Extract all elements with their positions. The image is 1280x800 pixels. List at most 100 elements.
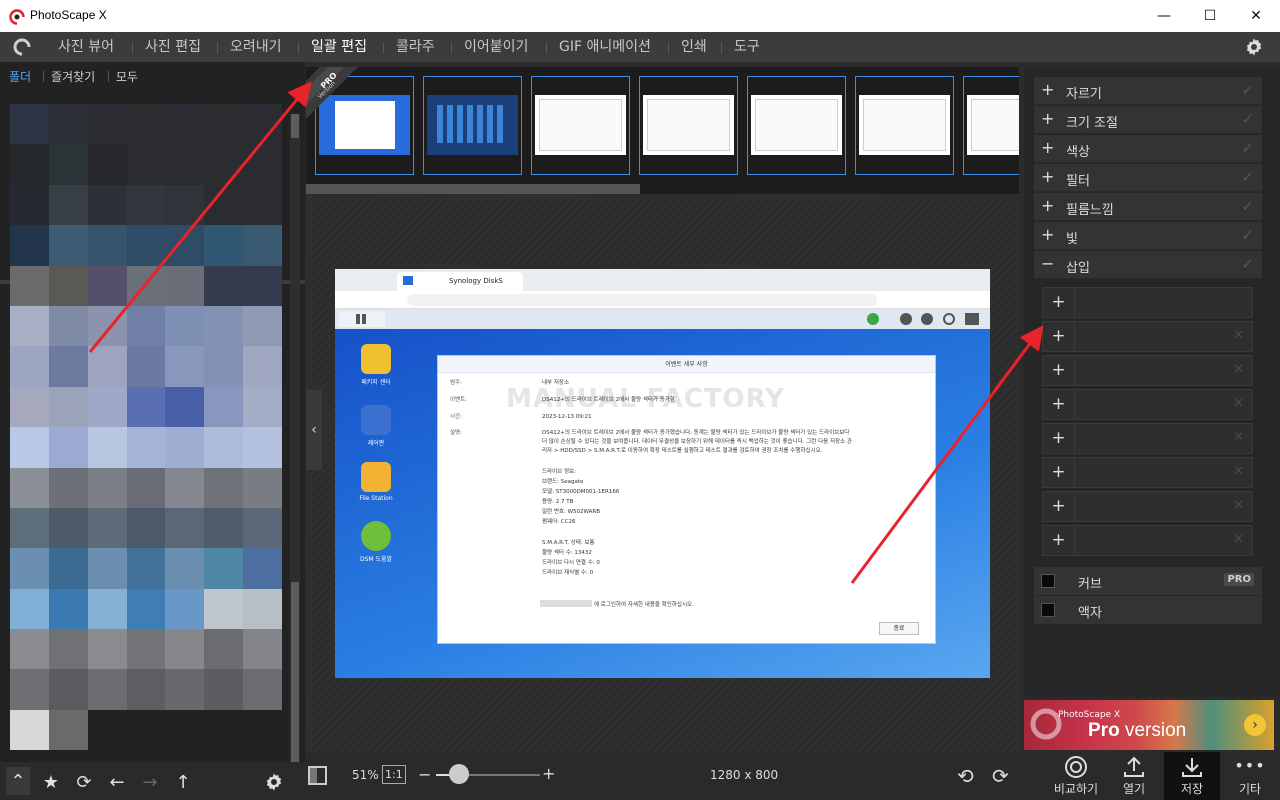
remove-icon[interactable]: ✕ <box>1233 464 1244 479</box>
insert-slot[interactable]: + ✕ <box>1042 491 1253 522</box>
save-button[interactable]: 저장 <box>1164 752 1220 800</box>
desktop-icon-label: File Station <box>359 495 393 502</box>
insert-slot[interactable]: + ✕ <box>1042 457 1253 488</box>
compare-button[interactable]: 비교하기 <box>1048 752 1104 800</box>
curves-checkbox[interactable] <box>1041 574 1055 588</box>
panel-settings-button[interactable] <box>263 771 285 793</box>
remove-icon[interactable]: ✕ <box>1233 396 1244 411</box>
checkmark-icon[interactable]: ✓ <box>1241 139 1254 157</box>
more-button[interactable]: ••• 기타 <box>1222 752 1278 800</box>
insert-slot[interactable]: + ✕ <box>1042 389 1253 420</box>
tab-photo-viewer[interactable]: 사진 뷰어 <box>58 36 114 56</box>
checkmark-icon[interactable]: ✓ <box>1241 226 1254 244</box>
tab-collage[interactable]: 콜라주 <box>396 36 435 56</box>
checkmark-icon[interactable]: ✓ <box>1241 168 1254 186</box>
effect-color[interactable]: + 색상 ✓ <box>1034 135 1262 163</box>
checkmark-icon[interactable]: ✓ <box>1241 110 1254 128</box>
add-insert-icon[interactable]: + <box>1043 492 1075 521</box>
effect-filter[interactable]: + 필터 ✓ <box>1034 164 1262 192</box>
arrow-up-icon: ↑ <box>175 771 191 793</box>
pro-version-ribbon[interactable]: PRO Version <box>306 67 358 119</box>
thumbnail-window <box>863 99 946 151</box>
remove-icon[interactable]: ✕ <box>1233 362 1244 377</box>
remove-icon[interactable]: ✕ <box>1233 498 1244 513</box>
frame-checkbox[interactable] <box>1041 603 1055 617</box>
refresh-button[interactable]: ⟳ <box>73 771 95 793</box>
effect-resize[interactable]: + 크기 조절 ✓ <box>1034 106 1262 134</box>
remove-icon[interactable]: ✕ <box>1233 532 1244 547</box>
effect-film[interactable]: + 필름느낌 ✓ <box>1034 193 1262 221</box>
actual-size-button[interactable]: 1:1 <box>382 765 406 784</box>
add-insert-icon[interactable]: + <box>1043 288 1075 317</box>
batch-thumbnail[interactable] <box>423 76 522 175</box>
effect-crop[interactable]: + 자르기 ✓ <box>1034 77 1262 105</box>
tab-print[interactable]: 인쇄 <box>681 36 707 56</box>
chevron-right-icon[interactable]: › <box>1244 714 1266 736</box>
scrollbar-thumb[interactable] <box>291 114 299 138</box>
checkmark-icon[interactable]: ✓ <box>1241 81 1254 99</box>
favorite-button[interactable]: ★ <box>40 771 62 793</box>
batch-thumbnail[interactable] <box>639 76 738 175</box>
minimize-button[interactable]: — <box>1141 0 1187 32</box>
batch-thumbnail[interactable] <box>747 76 846 175</box>
close-button[interactable]: ✕ <box>1233 0 1279 32</box>
tab-photo-editor[interactable]: 사진 편집 <box>145 36 201 56</box>
forward-button[interactable]: → <box>139 771 161 793</box>
left-panel-scrollbar[interactable] <box>290 114 300 762</box>
batch-thumbnail[interactable] <box>531 76 630 175</box>
add-insert-icon[interactable]: + <box>1043 526 1075 555</box>
checkmark-icon[interactable]: ✓ <box>1241 255 1254 273</box>
batch-thumbnail[interactable] <box>963 76 1019 175</box>
rotate-left-button[interactable]: ⟲ <box>957 764 974 788</box>
add-insert-icon[interactable]: + <box>1043 458 1075 487</box>
collapse-left-panel-button[interactable]: ‹ <box>306 390 322 470</box>
preview-image[interactable]: Synology DiskS 패키지 센터 제어판 File Station D… <box>335 269 990 678</box>
insert-slot[interactable]: + <box>1042 287 1253 318</box>
rotate-right-button[interactable]: ⟳ <box>992 764 1009 788</box>
strip-horizontal-scrollbar[interactable] <box>306 184 640 194</box>
mosaic-cell <box>243 507 282 549</box>
up-folder-button[interactable]: ↑ <box>172 771 194 793</box>
settings-gear-icon[interactable] <box>1244 37 1264 57</box>
fit-view-button[interactable] <box>308 766 327 785</box>
insert-slot[interactable]: + ✕ <box>1042 525 1253 556</box>
effect-insert[interactable]: − 삽입 ✓ <box>1034 251 1262 279</box>
photoscape-home-icon[interactable] <box>12 37 32 57</box>
pro-version-banner[interactable]: PhotoScape X Pro version › <box>1024 700 1274 750</box>
insert-slot[interactable]: + ✕ <box>1042 423 1253 454</box>
zoom-out-button[interactable]: − <box>418 765 431 784</box>
insert-slot[interactable]: + ✕ <box>1042 355 1253 386</box>
scrollbar-thumb[interactable] <box>291 582 299 762</box>
option-frame[interactable]: 액자 <box>1034 596 1262 624</box>
back-button[interactable]: ← <box>106 771 128 793</box>
zoom-slider-handle[interactable] <box>448 764 469 784</box>
zoom-in-button[interactable]: + <box>542 764 555 783</box>
maximize-button[interactable]: ☐ <box>1187 0 1233 32</box>
desktop-icon-label: DSM 도움말 <box>359 556 393 563</box>
remove-icon[interactable]: ✕ <box>1233 430 1244 445</box>
open-button[interactable]: 열기 <box>1106 752 1162 800</box>
mosaic-cell <box>87 184 127 226</box>
add-insert-icon[interactable]: + <box>1043 424 1075 453</box>
add-insert-icon[interactable]: + <box>1043 322 1075 351</box>
tab-gif-animation[interactable]: GIF 애니메이션 <box>559 36 651 56</box>
remove-icon[interactable]: ✕ <box>1233 328 1244 343</box>
tab-batch-editor[interactable]: 일괄 편집 <box>311 36 367 56</box>
tab-tools[interactable]: 도구 <box>734 36 760 56</box>
tab-combine[interactable]: 이어붙이기 <box>464 36 528 56</box>
add-insert-icon[interactable]: + <box>1043 390 1075 419</box>
add-insert-icon[interactable]: + <box>1043 356 1075 385</box>
option-curves[interactable]: 커브 PRO <box>1034 567 1262 595</box>
chat-icon <box>900 313 912 325</box>
collapse-up-button[interactable]: ⌃ <box>6 767 30 795</box>
tab-favorites[interactable]: 즐겨찾기 <box>51 68 95 85</box>
checkmark-icon[interactable]: ✓ <box>1241 197 1254 215</box>
tab-cut-out[interactable]: 오려내기 <box>230 36 282 56</box>
insert-slot[interactable]: + ✕ <box>1042 321 1253 352</box>
batch-thumbnail[interactable] <box>855 76 954 175</box>
tab-folders[interactable]: 폴더 <box>9 68 31 85</box>
detail-row: 이벤트: DS412+의 드라이브 트레이브 2에서 불량 섹터가 증가함 <box>450 395 675 403</box>
pixelated-folder-thumbnails[interactable] <box>10 104 282 751</box>
effect-light[interactable]: + 빛 ✓ <box>1034 222 1262 250</box>
tab-all[interactable]: 모두 <box>116 68 138 85</box>
